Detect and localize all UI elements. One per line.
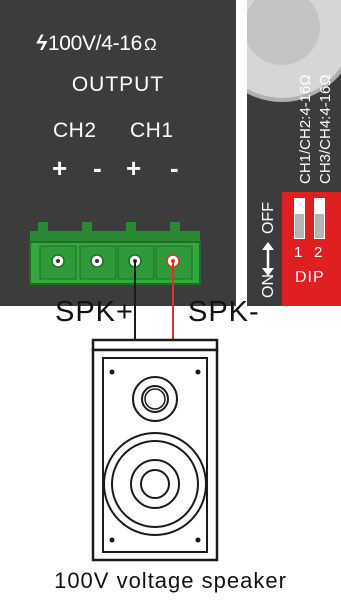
dip-label: DIP — [295, 269, 325, 286]
mapping-line-2: CH3/CH4:4-16Ω — [317, 74, 334, 184]
double-arrow-icon — [262, 242, 274, 276]
dip-switch-number-2: 2 — [314, 244, 323, 261]
speaker-icon — [91, 338, 219, 562]
terminal-block — [29, 222, 201, 285]
dip-switch-panel: CH1/CH2:4-16Ω CH3/CH4:4-16Ω ON OFF 1 2 D… — [247, 0, 341, 306]
speaker-caption: 100V voltage speaker — [54, 568, 287, 593]
spk-minus-label: SPK- — [188, 296, 260, 328]
dip-switch-2[interactable] — [314, 198, 325, 239]
dip-switch-block: 1 2 DIP — [282, 192, 341, 306]
spk-plus-label: SPK+ — [55, 296, 134, 328]
off-label: OFF — [260, 202, 277, 234]
dip-switch-number-1: 1 — [294, 244, 303, 261]
on-label: ON — [260, 274, 277, 298]
dip-switch-1[interactable] — [294, 198, 305, 239]
mapping-line-1: CH1/CH2:4-16Ω — [297, 74, 314, 184]
